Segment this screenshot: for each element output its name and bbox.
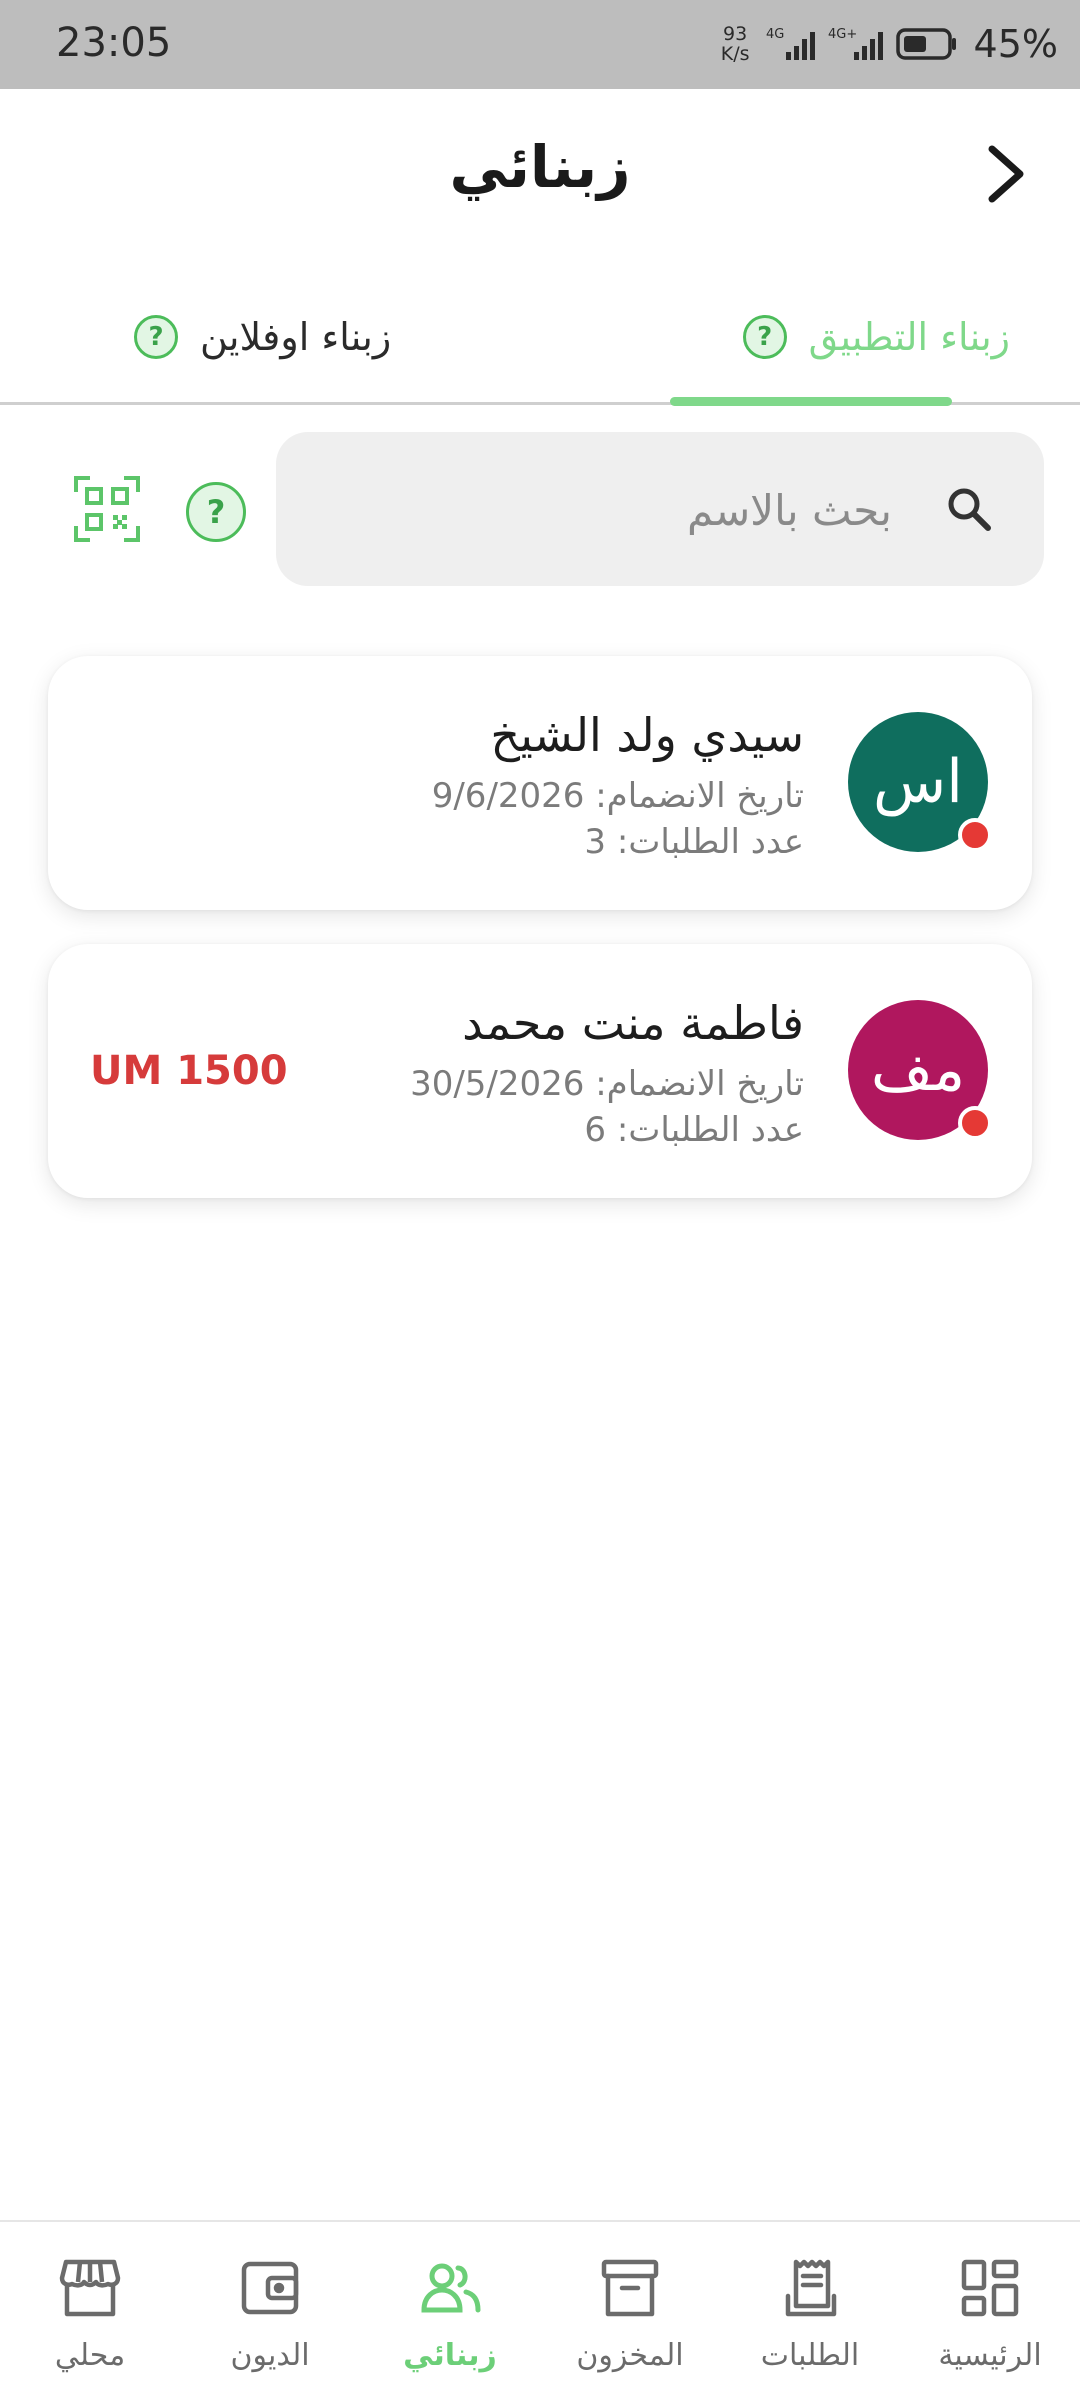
- status-dot: [958, 1106, 992, 1140]
- receipt-icon: [785, 2259, 837, 2317]
- customer-order-count: عدد الطلبات: 6: [584, 1110, 804, 1150]
- battery-icon: [895, 28, 956, 60]
- customer-order-count: عدد الطلبات: 3: [584, 822, 804, 862]
- tab-label: زبناء التطبيق: [808, 315, 1010, 359]
- people-icon: [421, 2263, 481, 2313]
- nav-label: الرئيسية: [938, 2338, 1042, 2373]
- status-indicators: 93 K/s 4G 4G+ 45%: [721, 20, 1058, 68]
- customer-debt-amount: UM 1500: [90, 1048, 288, 1094]
- nav-item-orders[interactable]: الطلبات: [720, 2222, 900, 2402]
- status-bar: 23:05 93 K/s 4G 4G+ 45%: [0, 0, 1080, 89]
- tab-app-customers[interactable]: ? زبناء التطبيق: [742, 272, 1010, 402]
- customer-join-date: تاريخ الانضمام: 30/5/2026: [410, 1064, 804, 1104]
- svg-text:4G+: 4G+: [828, 27, 857, 42]
- tab-label: زبناء اوفلاين: [200, 315, 392, 359]
- nav-label: محلي: [54, 2338, 126, 2373]
- customer-name: سيدي ولد الشيخ: [490, 708, 804, 762]
- avatar: مف: [848, 1000, 992, 1140]
- network-speed-value: 93: [723, 23, 748, 45]
- signal-4g-icon: 4G: [766, 27, 815, 60]
- nav-label: الطلبات: [760, 2338, 860, 2373]
- customer-name: فاطمة منت محمد: [462, 996, 804, 1050]
- customer-card[interactable]: مف فاطمة منت محمد تاريخ الانضمام: 30/5/2…: [48, 944, 1032, 1198]
- avatar: اس: [848, 712, 992, 852]
- search-icon: [948, 488, 991, 531]
- help-icon[interactable]: ?: [134, 315, 178, 359]
- network-speed-unit: K/s: [720, 43, 750, 65]
- nav-item-my-shop[interactable]: محلي: [0, 2222, 180, 2402]
- bottom-navigation: الرئيسية الطلبات المخزون زبنائي الديون م…: [0, 2220, 1080, 2402]
- archive-box-icon: [601, 2259, 659, 2317]
- avatar-initials: مف: [870, 1035, 966, 1105]
- customer-tabs: ? زبناء التطبيق ? زبناء اوفلاين: [0, 272, 1080, 406]
- nav-item-home[interactable]: الرئيسية: [900, 2222, 1080, 2402]
- storefront-icon: [59, 2259, 121, 2317]
- app-bar: زبنائي: [0, 89, 1080, 259]
- nav-label: المخزون: [576, 2338, 684, 2373]
- page-title: زبنائي: [449, 133, 631, 201]
- customer-join-date: تاريخ الانضمام: 9/6/2026: [431, 776, 804, 816]
- nav-item-customers[interactable]: زبنائي: [360, 2222, 540, 2402]
- search-bar[interactable]: [276, 432, 1044, 586]
- nav-label: زبنائي: [403, 2338, 497, 2373]
- back-button[interactable]: [970, 139, 1040, 209]
- dashboard-icon: [961, 2259, 1019, 2317]
- battery-percent: 45%: [973, 22, 1058, 66]
- help-icon[interactable]: ?: [186, 482, 246, 542]
- avatar-initials: اس: [873, 747, 963, 817]
- nav-item-debts[interactable]: الديون: [180, 2222, 360, 2402]
- status-time: 23:05: [56, 20, 172, 66]
- status-dot: [958, 818, 992, 852]
- search-input[interactable]: [390, 470, 894, 550]
- customer-card[interactable]: اس سيدي ولد الشيخ تاريخ الانضمام: 9/6/20…: [48, 656, 1032, 910]
- qr-scan-icon[interactable]: [74, 476, 140, 542]
- network-speed: 93 K/s: [721, 24, 750, 64]
- help-icon[interactable]: ?: [742, 315, 787, 359]
- nav-item-inventory[interactable]: المخزون: [540, 2222, 720, 2402]
- tab-offline-customers[interactable]: ? زبناء اوفلاين: [134, 272, 391, 402]
- svg-text:4G: 4G: [766, 27, 784, 42]
- active-tab-indicator: [670, 397, 952, 406]
- signal-4g-plus-icon: 4G+: [828, 27, 883, 60]
- chevron-right-icon: [988, 145, 1024, 203]
- nav-label: الديون: [230, 2338, 310, 2373]
- wallet-icon: [241, 2261, 299, 2315]
